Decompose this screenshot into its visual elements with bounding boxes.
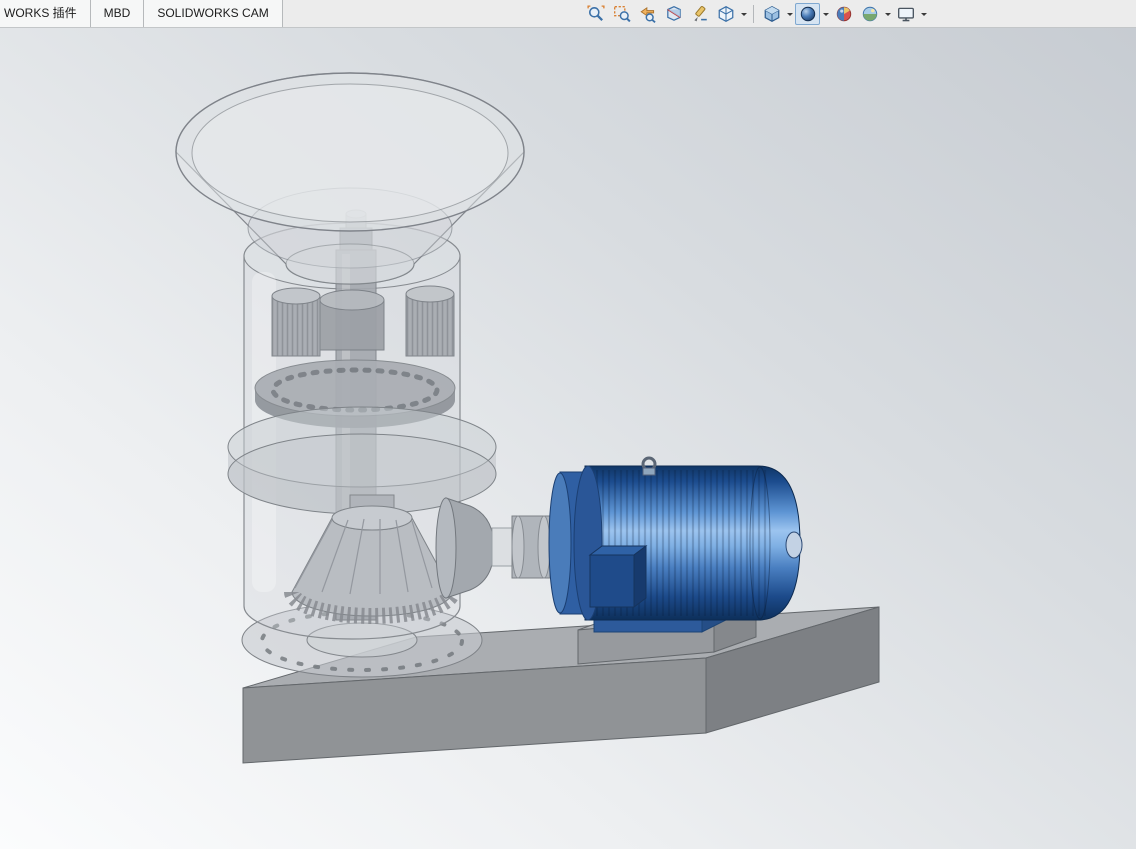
model-vertical-mill-assembly[interactable] [0,28,1136,849]
zoom-to-fit-icon[interactable] [583,3,608,25]
command-manager-bar: WORKS 插件 MBD SOLIDWORKS CAM [0,0,1136,28]
spur-gear-pair[interactable] [271,285,455,357]
view-orientation-icon[interactable] [713,3,738,25]
display-style-icon[interactable] [759,3,784,25]
tab-solidworks-addins[interactable]: WORKS 插件 [0,0,91,27]
motor-terminal-box[interactable] [588,545,648,608]
edit-appearance-icon[interactable] [831,3,856,25]
electric-motor[interactable] [548,456,803,621]
hide-show-items-dropdown-arrow[interactable] [821,3,830,25]
shaft-coupling[interactable] [435,497,565,599]
tab-solidworks-cam[interactable]: SOLIDWORKS CAM [144,0,283,27]
dynamic-annotation-views-icon[interactable] [687,3,712,25]
view-orientation-dropdown-arrow[interactable] [739,3,748,25]
hide-show-items-icon[interactable] [795,3,820,25]
command-tabs: WORKS 插件 MBD SOLIDWORKS CAM [0,0,283,27]
view-settings-icon[interactable] [893,3,918,25]
hopper-funnel[interactable] [175,72,525,285]
toolbar-separator [753,5,754,23]
previous-view-icon[interactable] [635,3,660,25]
apply-scene-dropdown-arrow[interactable] [883,3,892,25]
section-view-icon[interactable] [661,3,686,25]
zoom-to-area-icon[interactable] [609,3,634,25]
apply-scene-icon[interactable] [857,3,882,25]
tab-mbd[interactable]: MBD [90,0,145,27]
graphics-viewport[interactable] [0,28,1136,849]
heads-up-view-toolbar [583,3,928,25]
display-style-dropdown-arrow[interactable] [785,3,794,25]
view-settings-dropdown-arrow[interactable] [919,3,928,25]
